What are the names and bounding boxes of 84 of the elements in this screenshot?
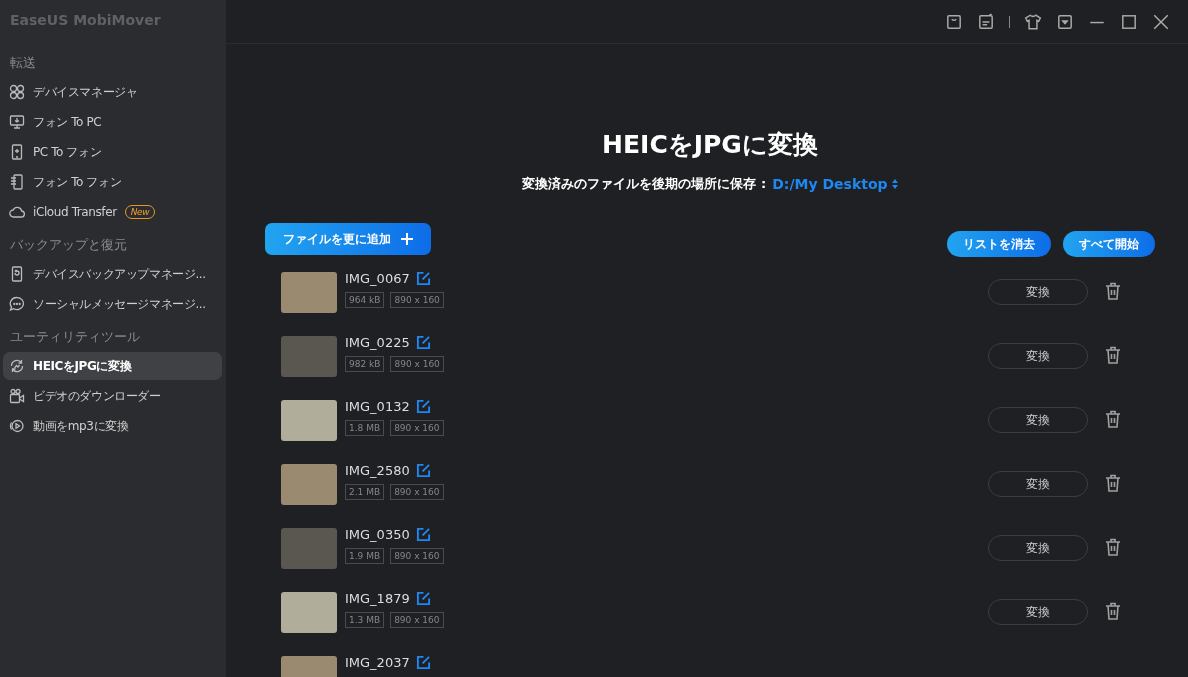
dimensions-tag: 890 x 160 — [390, 356, 444, 372]
photo-placeholder — [281, 336, 337, 377]
sidebar-item[interactable]: デバイスバックアップマネージ... — [3, 260, 222, 288]
file-name: IMG_0067 — [345, 271, 410, 286]
edit-icon[interactable] — [415, 527, 431, 542]
item-label: デバイスマネージャ — [33, 83, 138, 101]
trash-icon[interactable] — [1105, 282, 1121, 300]
photo-placeholder — [281, 272, 337, 313]
trash-icon[interactable] — [1105, 474, 1121, 492]
file-name: IMG_0225 — [345, 335, 410, 350]
photo-placeholder — [281, 400, 337, 441]
file-size-tag: 1.8 MB — [345, 420, 385, 436]
save-path-selector[interactable]: D:/My Desktop — [772, 176, 898, 192]
dimensions-tag: 890 x 160 — [390, 484, 444, 500]
item-label: ビデオのダウンローダー — [33, 387, 161, 405]
file-name: IMG_2580 — [345, 463, 410, 478]
sidebar-item[interactable]: PC To フォン — [3, 138, 222, 166]
edit-icon[interactable] — [415, 655, 431, 670]
phones-icon — [9, 174, 25, 190]
notes-icon[interactable] — [977, 12, 995, 31]
file-size-tag: 1.3 MB — [345, 612, 385, 628]
section-heading: バックアップと復元 — [9, 236, 128, 254]
maximize-icon[interactable] — [1120, 12, 1138, 31]
photo-placeholder — [281, 528, 337, 569]
file-size-tag: 982 kB — [345, 356, 385, 372]
item-label: iCloud Transfer — [33, 205, 117, 219]
bag-icon[interactable] — [945, 12, 963, 31]
play-circle-icon — [9, 418, 25, 434]
convert-icon — [9, 358, 25, 374]
shirt-icon[interactable] — [1024, 12, 1042, 31]
sidebar-item[interactable]: フォン To フォン — [3, 168, 222, 196]
file-name: IMG_0350 — [345, 527, 410, 542]
trash-icon[interactable] — [1105, 538, 1121, 556]
sidebar-item[interactable]: ソーシャルメッセージマネージ... — [3, 290, 222, 318]
item-label: デバイスバックアップマネージ... — [33, 265, 206, 283]
sort-arrows-icon[interactable] — [891, 179, 898, 189]
item-label: HEICをJPGに変換 — [33, 357, 132, 375]
item-label: フォン To PC — [33, 113, 102, 131]
item-label: フォン To フォン — [33, 173, 122, 191]
grid-icon — [9, 84, 25, 100]
trash-icon[interactable] — [1105, 346, 1121, 364]
chat-icon — [9, 296, 25, 312]
section-heading: 転送 — [9, 54, 37, 72]
sidebar-item[interactable]: 動画をmp3に変換 — [3, 412, 222, 440]
edit-icon[interactable] — [415, 463, 431, 478]
section-heading: ユーティリティツール — [9, 328, 141, 346]
edit-icon[interactable] — [415, 591, 431, 606]
dimensions-tag: 890 x 160 — [390, 548, 444, 564]
video-camera-icon — [9, 388, 25, 404]
photo-placeholder — [281, 464, 337, 505]
sidebar-item[interactable]: フォン To PC — [3, 108, 222, 136]
cloud-icon — [9, 204, 25, 220]
plus-icon — [401, 233, 413, 245]
file-name: IMG_2037 — [345, 655, 410, 670]
start-all-button[interactable]: すべて開始 — [1063, 231, 1155, 257]
photo-placeholder — [281, 592, 337, 633]
phone-backup-icon — [9, 266, 25, 282]
file-size-tag: 2.1 MB — [345, 484, 385, 500]
close-icon[interactable] — [1152, 12, 1170, 31]
sidebar-item[interactable]: ビデオのダウンローダー — [3, 382, 222, 410]
item-label: PC To フォン — [33, 143, 102, 161]
clear-list-button[interactable]: リストを消去 — [947, 231, 1051, 257]
monitor-icon — [9, 114, 25, 130]
file-name: IMG_0132 — [345, 399, 410, 414]
item-label: 動画をmp3に変換 — [33, 417, 129, 435]
sidebar-item[interactable]: HEICをJPGに変換 — [3, 352, 222, 380]
trash-icon[interactable] — [1105, 410, 1121, 428]
save-location-label: 変換済みのファイルを後期の場所に保存 : — [522, 175, 767, 193]
edit-icon[interactable] — [415, 399, 431, 414]
trash-icon[interactable] — [1105, 602, 1121, 620]
dimensions-tag: 890 x 160 — [390, 612, 444, 628]
file-name: IMG_1879 — [345, 591, 410, 606]
file-size-tag: 1.9 MB — [345, 548, 385, 564]
dimensions-tag: 890 x 160 — [390, 420, 444, 436]
dimensions-tag: 890 x 160 — [390, 292, 444, 308]
phone-icon — [9, 144, 25, 160]
dropdown-icon[interactable] — [1056, 12, 1074, 31]
edit-icon[interactable] — [415, 271, 431, 286]
item-label: ソーシャルメッセージマネージ... — [33, 295, 206, 313]
page-title: HEICをJPGに変換 — [601, 129, 819, 161]
sidebar-item[interactable]: デバイスマネージャ — [3, 78, 222, 106]
sidebar-item[interactable]: iCloud Transfer New — [3, 198, 222, 226]
edit-icon[interactable] — [415, 335, 431, 350]
file-size-tag: 964 kB — [345, 292, 385, 308]
